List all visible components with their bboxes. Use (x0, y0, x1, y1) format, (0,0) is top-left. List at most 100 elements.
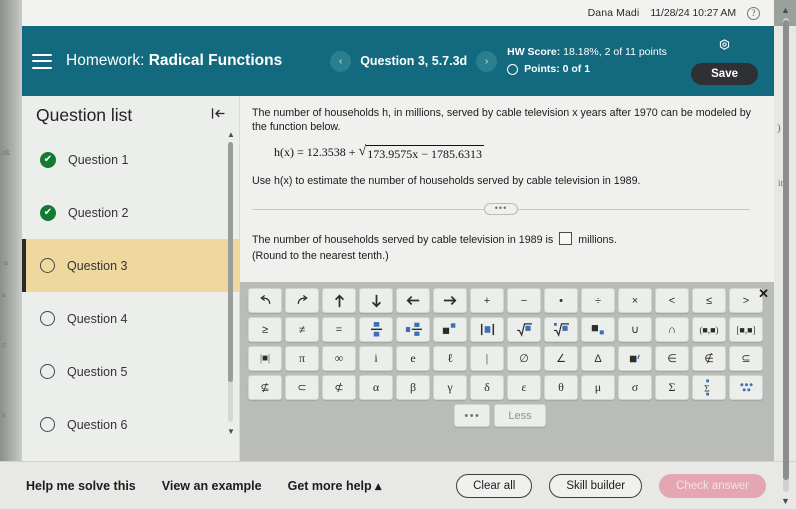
answer-prompt-before: The number of households served by cable… (252, 234, 554, 246)
scroll-up-icon[interactable]: ▲ (227, 130, 235, 139)
key-intersection[interactable]: ∩ (655, 317, 689, 342)
sidebar-item-question-5[interactable]: Question 5 (22, 345, 239, 398)
key-sigma-upper[interactable]: Σ (655, 375, 689, 400)
next-question-button[interactable]: › (476, 50, 498, 72)
sidebar-item-question-2[interactable]: ✔ Question 2 (22, 186, 239, 239)
key-plus[interactable]: + (470, 288, 504, 313)
key-euler-e[interactable]: e (396, 346, 430, 371)
key-greater-equal[interactable]: ≥ (248, 317, 282, 342)
key-vertical-bar[interactable]: | (470, 346, 504, 371)
arrow-left-icon[interactable] (396, 288, 430, 313)
help-icon[interactable]: ? (747, 6, 760, 20)
view-an-example-link[interactable]: View an example (162, 479, 262, 493)
key-mu[interactable]: μ (581, 375, 615, 400)
key-subset[interactable]: ⊂ (285, 375, 319, 400)
more-symbols-button[interactable]: ••• (454, 404, 491, 427)
key-exponent-icon[interactable] (433, 317, 467, 342)
key-not-element-of[interactable]: ∉ (692, 346, 726, 371)
divider-dots-pill[interactable]: ••• (484, 203, 518, 215)
key-nth-root-icon[interactable] (544, 317, 578, 342)
key-times[interactable]: × (618, 288, 652, 313)
sidebar-scrollbar[interactable]: ▲ ▼ (227, 130, 235, 436)
rounding-note: (Round to the nearest tenth.) (252, 250, 389, 262)
less-button[interactable]: Less (494, 404, 546, 427)
key-delta-lower[interactable]: δ (470, 375, 504, 400)
key-equals[interactable]: = (322, 317, 356, 342)
key-alpha[interactable]: α (359, 375, 393, 400)
points-label: Points: 0 of 1 (524, 62, 591, 75)
key-divide[interactable]: ÷ (581, 288, 615, 313)
key-not-subset[interactable]: ⊄ (322, 375, 356, 400)
sidebar-item-question-4[interactable]: Question 4 (22, 292, 239, 345)
application-window: ok u a c s ) it. Dana Madi 11/28/24 10:2… (0, 0, 796, 509)
key-union[interactable]: ∪ (618, 317, 652, 342)
key-imaginary-i[interactable]: i (359, 346, 393, 371)
radical-expression: √ 173.9575x − 1785.6313 (359, 145, 484, 162)
key-not-subset-equal[interactable]: ⊈ (248, 375, 282, 400)
window-scroll-up-icon[interactable]: ▲ (781, 5, 790, 15)
formula-left: h(x) = 12.3538 + (274, 145, 356, 159)
key-absolute-bars[interactable]: |■| (248, 346, 282, 371)
scrollbar-thumb[interactable] (228, 142, 233, 382)
current-question-label: Question 3, 5.7.3d (360, 54, 468, 68)
key-epsilon[interactable]: ε (507, 375, 541, 400)
arrow-up-icon[interactable] (322, 288, 356, 313)
key-subscript-icon[interactable] (581, 317, 615, 342)
key-absolute-value-icon[interactable] (470, 317, 504, 342)
key-sigma-lower[interactable]: σ (618, 375, 652, 400)
key-element-of[interactable]: ∈ (655, 346, 689, 371)
key-not-equal[interactable]: ≠ (285, 317, 319, 342)
key-summation-limits-icon[interactable]: Σ (692, 375, 726, 400)
key-angle[interactable]: ∠ (544, 346, 578, 371)
redo-icon[interactable] (285, 288, 319, 313)
window-scrollbar[interactable]: ▲ ▼ (780, 5, 792, 506)
key-infinity[interactable]: ∞ (322, 346, 356, 371)
scroll-down-icon[interactable]: ▼ (227, 427, 235, 436)
key-gamma[interactable]: γ (433, 375, 467, 400)
key-empty-set[interactable]: ∅ (507, 346, 541, 371)
key-mixed-number-icon[interactable] (396, 317, 430, 342)
key-subset-equal[interactable]: ⊆ (729, 346, 763, 371)
key-beta[interactable]: β (396, 375, 430, 400)
get-more-help-link[interactable]: Get more help ▴ (288, 478, 382, 493)
window-scroll-down-icon[interactable]: ▼ (781, 496, 790, 506)
bleed-text-3: a (2, 290, 6, 299)
sidebar-item-question-3[interactable]: Question 3 (22, 239, 239, 292)
key-delta[interactable]: Δ (581, 346, 615, 371)
section-divider: ••• (252, 203, 750, 215)
gear-icon[interactable] (717, 38, 732, 56)
key-minus[interactable]: − (507, 288, 541, 313)
key-less-equal[interactable]: ≤ (692, 288, 726, 313)
collapse-sidebar-icon[interactable] (210, 106, 227, 125)
clear-all-button[interactable]: Clear all (456, 473, 533, 498)
content-area: Question list ✔ Question 1 ✔ Question 2 (22, 96, 774, 461)
problem-formula: h(x) = 12.3538 + √ 173.9575x − 1785.6313 (274, 145, 758, 162)
key-pi[interactable]: π (285, 346, 319, 371)
help-me-solve-this-link[interactable]: Help me solve this (26, 479, 136, 493)
sidebar-item-question-1[interactable]: ✔ Question 1 (22, 133, 239, 186)
key-less-than[interactable]: < (655, 288, 689, 313)
window-scrollbar-thumb[interactable] (783, 20, 789, 480)
key-script-l[interactable]: ℓ (433, 346, 467, 371)
sidebar-item-question-6[interactable]: Question 6 (22, 398, 239, 451)
skill-builder-button[interactable]: Skill builder (549, 473, 643, 498)
math-keyboard: ✕ + − • ÷ × < ≤ > ≥ ≠ = ∪ ∩ (■,■) [■,■] … (240, 282, 774, 461)
save-button[interactable]: Save (691, 62, 758, 85)
prev-question-button[interactable]: ‹ (330, 50, 352, 72)
arrow-right-icon[interactable] (433, 288, 467, 313)
key-multiply-dot[interactable]: • (544, 288, 578, 313)
check-answer-button[interactable]: Check answer (659, 473, 766, 498)
arrow-down-icon[interactable] (359, 288, 393, 313)
answer-input[interactable] (559, 232, 573, 245)
hamburger-icon[interactable] (32, 53, 52, 69)
user-bar: Dana Madi 11/28/24 10:27 AM ? (22, 0, 774, 26)
close-keyboard-icon[interactable]: ✕ (758, 286, 769, 302)
key-more-symbols-icon[interactable] (729, 375, 763, 400)
key-closed-interval[interactable]: [■,■] (729, 317, 763, 342)
key-prime-icon[interactable] (618, 346, 652, 371)
key-theta[interactable]: θ (544, 375, 578, 400)
key-fraction-icon[interactable] (359, 317, 393, 342)
key-square-root-icon[interactable] (507, 317, 541, 342)
key-open-interval[interactable]: (■,■) (692, 317, 726, 342)
undo-icon[interactable] (248, 288, 282, 313)
